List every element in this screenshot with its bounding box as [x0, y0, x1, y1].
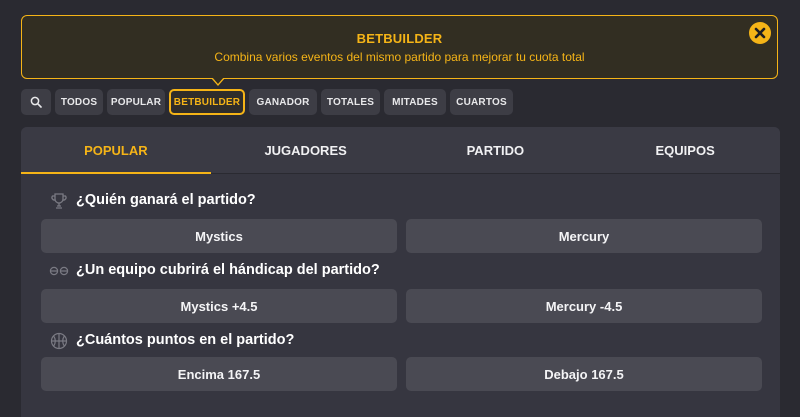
tab-equipos[interactable]: EQUIPOS: [590, 127, 780, 173]
filter-ganador[interactable]: GANADOR: [249, 89, 317, 115]
odd-button-mystics-handicap[interactable]: Mystics +4.5: [41, 289, 397, 323]
filter-popular[interactable]: POPULAR: [107, 89, 165, 115]
odd-button-over[interactable]: Encima 167.5: [41, 357, 397, 391]
tab-popular[interactable]: POPULAR: [21, 127, 211, 174]
odd-button-mercury[interactable]: Mercury: [406, 219, 762, 253]
filter-betbuilder[interactable]: BETBUILDER: [169, 89, 245, 115]
market-filter-bar: TODOS POPULAR BETBUILDER GANADOR TOTALES…: [21, 89, 513, 115]
category-tabs: POPULAR JUGADORES PARTIDO EQUIPOS: [21, 127, 780, 174]
banner-pointer: [211, 77, 225, 86]
tab-jugadores[interactable]: JUGADORES: [211, 127, 401, 173]
market-title-handicap: ¿Un equipo cubrirá el hándicap del parti…: [76, 262, 380, 278]
markets-panel: POPULAR JUGADORES PARTIDO EQUIPOS ¿Quién…: [21, 127, 780, 417]
basketball-icon: [49, 331, 69, 351]
tab-partido[interactable]: PARTIDO: [401, 127, 591, 173]
filter-totales[interactable]: TOTALES: [321, 89, 380, 115]
banner-title: BETBUILDER: [356, 31, 443, 46]
market-title-winner: ¿Quién ganará el partido?: [76, 192, 256, 208]
odd-button-mystics[interactable]: Mystics: [41, 219, 397, 253]
betbuilder-banner: BETBUILDER Combina varios eventos del mi…: [21, 15, 778, 86]
handicap-icon: [49, 261, 69, 281]
filter-cuartos[interactable]: CUARTOS: [450, 89, 513, 115]
filter-mitades[interactable]: MITADES: [384, 89, 446, 115]
close-icon[interactable]: [749, 22, 771, 44]
market-title-total-points: ¿Cuántos puntos en el partido?: [76, 332, 295, 348]
trophy-icon: [49, 191, 69, 211]
search-icon[interactable]: [21, 89, 51, 115]
filter-todos[interactable]: TODOS: [55, 89, 103, 115]
odd-button-mercury-handicap[interactable]: Mercury -4.5: [406, 289, 762, 323]
odd-button-under[interactable]: Debajo 167.5: [406, 357, 762, 391]
banner-subtitle: Combina varios eventos del mismo partido…: [214, 50, 585, 64]
